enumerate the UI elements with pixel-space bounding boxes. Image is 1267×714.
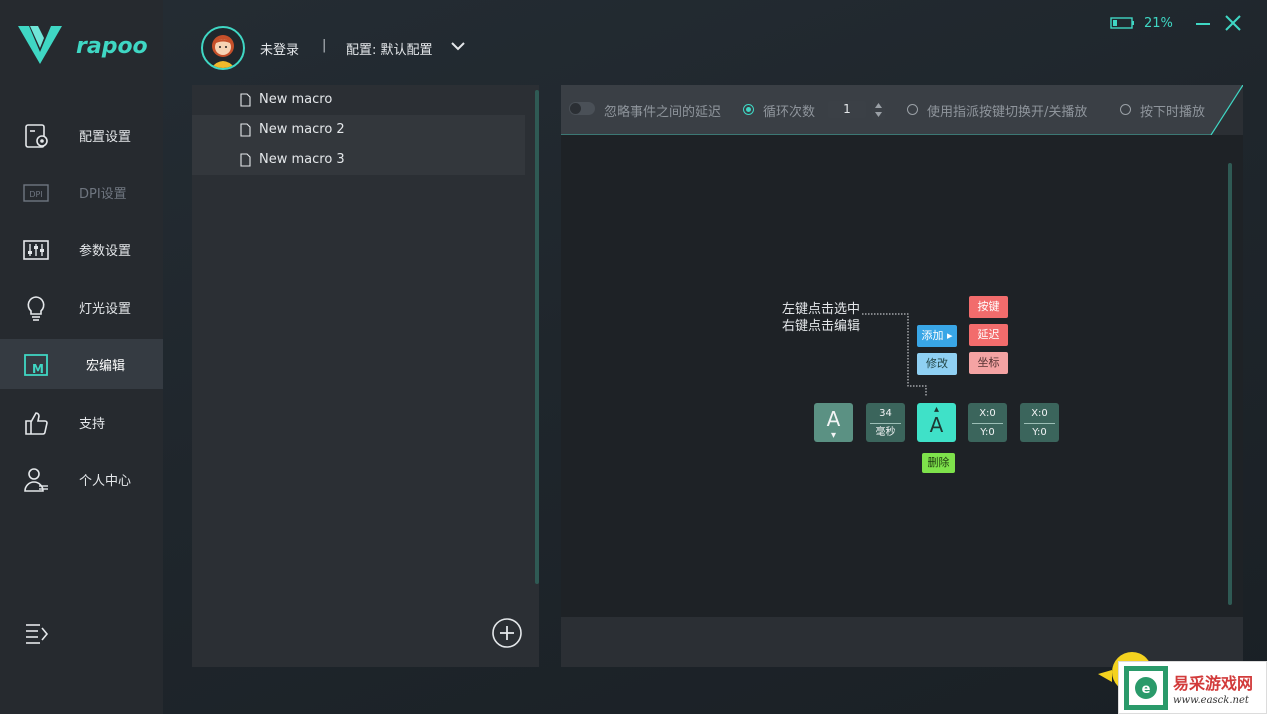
delete-step-button[interactable]: 删除 xyxy=(922,453,955,473)
avatar-image-icon xyxy=(211,35,235,68)
sidebar-item-label: 支持 xyxy=(79,417,106,432)
toggle-playback-label: 使用指派按键切换开/关播放 xyxy=(927,105,1088,120)
expand-menu-icon[interactable] xyxy=(24,620,50,646)
user-icon xyxy=(24,468,48,492)
document-icon xyxy=(240,123,251,137)
brand-name: rapoo xyxy=(76,34,148,59)
add-coordinate-button[interactable]: 坐标 xyxy=(969,352,1008,374)
close-icon[interactable] xyxy=(1224,14,1242,32)
loop-count-input[interactable]: 1 xyxy=(828,101,866,118)
config-selector-label[interactable]: 配置: 默认配置 xyxy=(346,39,433,58)
sidebar-item-label: 宏编辑 xyxy=(86,359,126,374)
coord-y: Y:0 xyxy=(1032,427,1047,438)
macro-icon: M xyxy=(24,354,48,376)
svg-text:DPI: DPI xyxy=(29,190,42,199)
hold-playback-label: 按下时播放 xyxy=(1140,105,1206,120)
ignore-delay-label: 忽略事件之间的延迟 xyxy=(604,105,722,120)
config-icon xyxy=(25,124,48,148)
macro-name: New macro xyxy=(259,92,333,107)
delay-unit: 毫秒 xyxy=(875,427,896,438)
loop-count-stepper[interactable] xyxy=(872,100,885,120)
ignore-delay-toggle[interactable] xyxy=(569,102,595,115)
sidebar-item-support[interactable]: 支持 xyxy=(0,397,163,447)
add-step-button[interactable]: 添加 ▸ xyxy=(917,325,957,347)
coord-x: X:0 xyxy=(1031,408,1048,419)
coord-x: X:0 xyxy=(979,408,996,419)
key-up-arrow-icon: ▾ xyxy=(830,430,837,441)
add-key-button[interactable]: 按键 xyxy=(969,296,1008,318)
step-key-label: A xyxy=(826,407,841,431)
bulb-icon xyxy=(27,296,45,321)
sidebar-item-label: 参数设置 xyxy=(79,244,132,259)
watermark-title: 易采游戏网 xyxy=(1173,674,1254,693)
header-separator: | xyxy=(322,38,327,53)
svg-text:M: M xyxy=(32,362,44,376)
delay-value: 34 xyxy=(879,408,892,419)
add-macro-icon[interactable] xyxy=(491,617,523,649)
rapoo-logo: rapoo xyxy=(18,26,148,66)
macro-step-delay[interactable]: 34 毫秒 xyxy=(866,403,905,442)
loop-count-label: 循环次数 xyxy=(763,105,816,120)
sidebar-item-label: DPI设置 xyxy=(79,187,127,202)
sidebar-item-config[interactable]: 配置设置 xyxy=(0,110,163,160)
step-divider xyxy=(972,423,1003,424)
step-key-label: A xyxy=(929,413,944,437)
battery-percent: 21% xyxy=(1144,16,1173,31)
sidebar: rapoo 配置设置 DPI DPI设置 参数设置 灯光设置 M 宏编辑 支持 … xyxy=(0,0,163,714)
macro-step-coordinate[interactable]: X:0 Y:0 xyxy=(1020,403,1059,442)
add-delay-button[interactable]: 延迟 xyxy=(969,324,1008,346)
modify-step-button[interactable]: 修改 xyxy=(917,353,957,375)
hint-right-click: 右键点击编辑 xyxy=(782,319,861,334)
macro-name: New macro 2 xyxy=(259,122,345,137)
watermark-url: www.easck.net xyxy=(1173,695,1249,706)
macro-step-key-release[interactable]: A ▾ xyxy=(814,403,853,442)
macro-list-item[interactable]: New macro 3 xyxy=(192,145,525,175)
hold-playback-radio[interactable] xyxy=(1120,104,1131,115)
macro-step-coordinate[interactable]: X:0 Y:0 xyxy=(968,403,1007,442)
macro-name: New macro 3 xyxy=(259,152,345,167)
sidebar-item-label: 个人中心 xyxy=(79,474,132,489)
macro-list-item[interactable]: New macro xyxy=(192,85,525,115)
sidebar-item-label: 配置设置 xyxy=(79,130,132,145)
watermark: e 易采游戏网 www.easck.net xyxy=(1118,661,1267,714)
macro-step-key-press-selected[interactable]: ▴ A xyxy=(917,403,956,442)
login-status[interactable]: 未登录 xyxy=(260,39,299,58)
sidebar-item-params[interactable]: 参数设置 xyxy=(0,224,163,274)
chevron-down-icon[interactable] xyxy=(450,40,466,52)
add-label: 添加 xyxy=(921,329,944,342)
step-divider xyxy=(1024,423,1055,424)
step-divider xyxy=(870,423,901,424)
document-icon xyxy=(240,93,251,107)
dpi-icon: DPI xyxy=(23,184,49,202)
battery-icon xyxy=(1110,17,1134,29)
sidebar-item-profile[interactable]: 个人中心 xyxy=(0,454,163,504)
thumbs-up-icon xyxy=(25,412,48,435)
sliders-icon xyxy=(23,240,49,260)
v-logo-icon xyxy=(18,26,62,64)
editor-scrollbar[interactable] xyxy=(1228,163,1232,605)
sidebar-item-dpi[interactable]: DPI DPI设置 xyxy=(0,167,163,217)
svg-text:e: e xyxy=(1142,682,1151,697)
coord-y: Y:0 xyxy=(980,427,995,438)
macro-list-panel: New macro New macro 2 New macro 3 xyxy=(192,85,539,667)
minimize-icon[interactable] xyxy=(1194,14,1212,32)
document-icon xyxy=(240,153,251,167)
toggle-playback-radio[interactable] xyxy=(907,104,918,115)
macro-list-scrollbar[interactable] xyxy=(535,90,539,584)
loop-count-radio[interactable] xyxy=(743,104,754,115)
sidebar-item-lighting[interactable]: 灯光设置 xyxy=(0,282,163,332)
sidebar-item-label: 灯光设置 xyxy=(79,302,132,317)
sidebar-item-macro[interactable]: M 宏编辑 xyxy=(0,339,163,389)
macro-list-item[interactable]: New macro 2 xyxy=(192,115,525,145)
avatar[interactable] xyxy=(201,26,245,70)
watermark-logo-icon: e xyxy=(1124,666,1168,710)
